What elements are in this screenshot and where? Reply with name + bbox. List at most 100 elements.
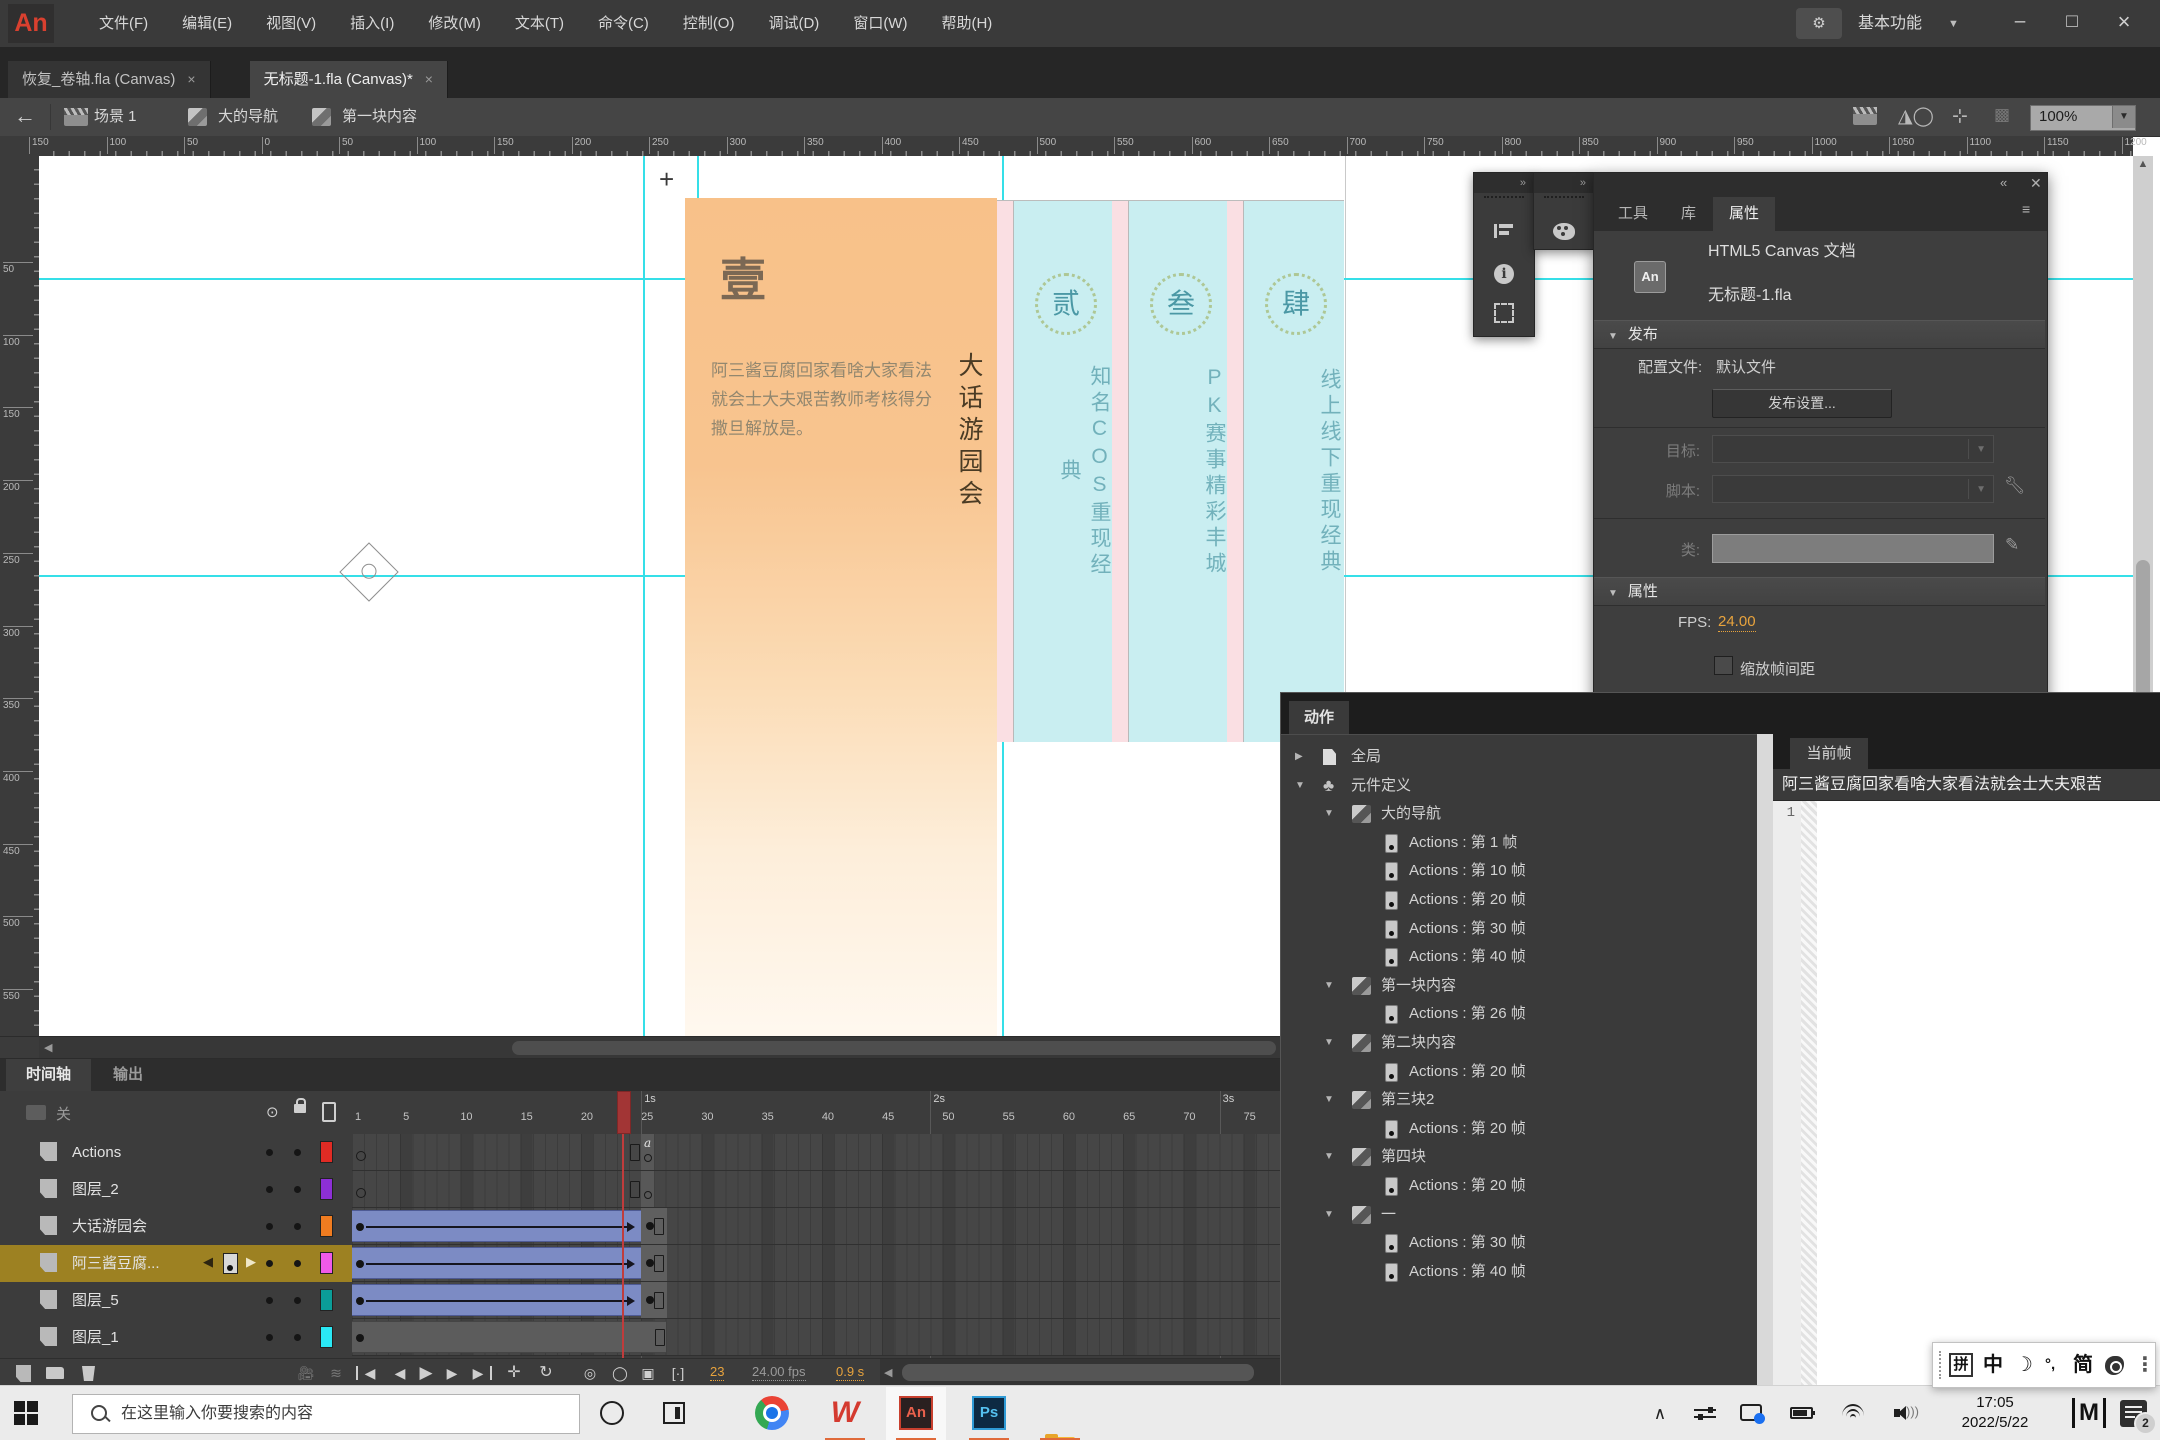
v-scroll-thumb[interactable] [2136, 560, 2150, 700]
menu-修改(M)[interactable]: 修改(M) [411, 0, 498, 47]
layer-lock-dot[interactable] [294, 1149, 301, 1156]
panel-grip[interactable] [1544, 196, 1584, 206]
layer-lock-dot[interactable] [294, 1223, 301, 1230]
tab-时间轴[interactable]: 时间轴 [6, 1059, 91, 1091]
layer-frames[interactable] [352, 1282, 1280, 1318]
collapse-arrow-icon[interactable]: ▼ [1324, 1201, 1334, 1229]
new-folder-icon[interactable] [46, 1367, 64, 1379]
layer-outline-swatch[interactable] [320, 1289, 333, 1311]
tray-expand-icon[interactable]: ∧ [1648, 1386, 1672, 1440]
scroll-panel-one[interactable] [685, 198, 997, 1036]
chrome-icon[interactable] [755, 1396, 789, 1430]
close-panel-icon[interactable]: ✕ [2030, 175, 2042, 192]
onion-left-icon[interactable]: ◀ [203, 1254, 213, 1270]
zoom-level-select[interactable]: 100% ▼ [2030, 105, 2136, 131]
layer-lock-dot[interactable] [294, 1260, 301, 1267]
cortana-icon[interactable] [600, 1401, 624, 1425]
step-forward-icon[interactable]: ▶ [442, 1359, 462, 1387]
camera-icon[interactable]: 🎥︎ [294, 1359, 318, 1387]
loop-icon[interactable]: ↻ [536, 1359, 556, 1387]
ime-grip[interactable] [1939, 1351, 1941, 1379]
tree-row[interactable]: ▼第三块2 [1281, 1086, 1757, 1114]
tree-row[interactable]: Actions : 第 26 帧 [1281, 1000, 1757, 1028]
layer-row[interactable]: 大话游园会 [0, 1208, 1280, 1245]
layer-visible-dot[interactable] [266, 1260, 273, 1267]
layer-name[interactable]: 阿三酱豆腐... [72, 1245, 160, 1282]
layer-name[interactable]: Actions [72, 1134, 121, 1171]
color-palette-icon[interactable] [1534, 209, 1594, 251]
publish-section-header[interactable]: ▼发布 [1594, 320, 2045, 349]
guide-vertical[interactable] [643, 156, 645, 1036]
layer-visible-dot[interactable] [266, 1334, 273, 1341]
publish-settings-button[interactable]: 发布设置... [1712, 389, 1892, 418]
menu-命令(C)[interactable]: 命令(C) [581, 0, 666, 47]
photoshop-icon[interactable]: Ps [972, 1396, 1006, 1430]
clip-content-icon[interactable]: ▩ [1994, 105, 2010, 125]
ime-punct-icon[interactable]: °, [2045, 1343, 2055, 1387]
tray-sync-icon[interactable] [1740, 1404, 1762, 1421]
show-hide-all-layers-icon[interactable]: ⊙ [266, 1103, 279, 1121]
tray-clock[interactable]: 17:05 2022/5/22 [1930, 1393, 2060, 1433]
collapse-arrow-icon[interactable]: ▼ [1324, 1029, 1334, 1057]
collapse-arrow-icon[interactable]: ▼ [1324, 1086, 1334, 1114]
ime-moon-icon[interactable]: ☽ [2015, 1343, 2033, 1387]
workspace-caret-icon[interactable]: ▼ [1948, 0, 1959, 47]
tree-scrollbar[interactable] [1757, 734, 1773, 1386]
edit-symbols-icon[interactable]: ◮◯ [1898, 105, 1934, 128]
tree-row[interactable]: Actions : 第 40 帧 [1281, 943, 1757, 971]
taskbar-search-input[interactable]: 在这里输入你要搜索的内容 [72, 1394, 580, 1434]
onion-right-icon[interactable]: ▶ [246, 1254, 256, 1270]
scroll-up-icon[interactable]: ▲ [2133, 158, 2153, 170]
battery-icon[interactable] [1790, 1407, 1813, 1419]
menu-帮助(H)[interactable]: 帮助(H) [924, 0, 1009, 47]
layer-outline-swatch[interactable] [320, 1215, 333, 1237]
breadcrumb-item[interactable]: 场景 1 [94, 98, 137, 136]
layer-outline-swatch[interactable] [320, 1326, 333, 1348]
menu-文件(F)[interactable]: 文件(F) [82, 0, 165, 47]
workspace-selector[interactable]: 基本功能 [1858, 0, 1922, 47]
layer-visible-dot[interactable] [266, 1297, 273, 1304]
tab-close-icon[interactable]: × [187, 71, 195, 87]
canvas-h-scrollbar[interactable]: ◀ [0, 1036, 1280, 1059]
scale-spans-checkbox[interactable] [1714, 656, 1733, 675]
onion-skin-icon[interactable]: ◎ [580, 1359, 600, 1387]
workspace-switch-icon[interactable]: ⚙ [1796, 8, 1842, 39]
ime-lang-toggle[interactable]: 中 [1983, 1343, 2003, 1387]
speaker-icon[interactable]: ))) [1894, 1406, 1914, 1420]
start-button-icon[interactable] [14, 1401, 38, 1425]
center-frame-icon[interactable]: ⊹ [1952, 105, 1968, 128]
layer-name[interactable]: 图层_5 [72, 1282, 119, 1319]
tab-工具[interactable]: 工具 [1602, 197, 1664, 231]
center-playhead-icon[interactable]: ✛ [504, 1359, 524, 1387]
ime-pinyin-icon[interactable]: 拼 [1949, 1353, 1973, 1377]
registration-diamond[interactable] [339, 542, 398, 601]
step-back-icon[interactable]: ◀ [390, 1359, 410, 1387]
layer-parent-icon[interactable] [26, 1105, 46, 1120]
task-view-icon[interactable] [663, 1402, 685, 1424]
layer-visible-dot[interactable] [266, 1186, 273, 1193]
tree-row[interactable]: Actions : 第 10 帧 [1281, 857, 1757, 885]
layer-frames[interactable] [352, 1208, 1280, 1244]
layer-outline-swatch[interactable] [320, 1252, 333, 1274]
minimize-button[interactable]: – [1994, 0, 2046, 44]
tab-actions[interactable]: 动作 [1289, 701, 1349, 734]
tree-row[interactable]: ▼第一块内容 [1281, 972, 1757, 1000]
elapsed-time-indicator[interactable]: 0.9 s [836, 1364, 864, 1381]
panel-number-text[interactable]: 壹 [720, 244, 766, 310]
edit-multiple-frames-icon[interactable]: ▣ [638, 1359, 658, 1387]
profile-value[interactable]: 默认文件 [1716, 356, 1776, 377]
ime-toolbar[interactable]: 拼 中 ☽ °, 简 ⋮ [1932, 1342, 2156, 1388]
pencil-icon[interactable]: ✎ [2005, 535, 2019, 555]
tray-settings-icon[interactable] [1694, 1408, 1716, 1420]
layer-row[interactable]: 图层_5 [0, 1282, 1280, 1319]
wps-icon[interactable]: W [828, 1396, 862, 1430]
menu-插入(I)[interactable]: 插入(I) [333, 0, 411, 47]
expand-arrow-icon[interactable]: ▶ [1295, 743, 1303, 771]
layer-row[interactable]: 图层_1 [0, 1319, 1280, 1356]
fps-value[interactable]: 24.00 [1718, 613, 1756, 632]
layer-lock-dot[interactable] [294, 1297, 301, 1304]
tree-row[interactable]: Actions : 第 30 帧 [1281, 1229, 1757, 1257]
layer-frames[interactable] [352, 1319, 1280, 1355]
layer-outline-swatch[interactable] [320, 1141, 333, 1163]
menu-视图(V)[interactable]: 视图(V) [249, 0, 333, 47]
